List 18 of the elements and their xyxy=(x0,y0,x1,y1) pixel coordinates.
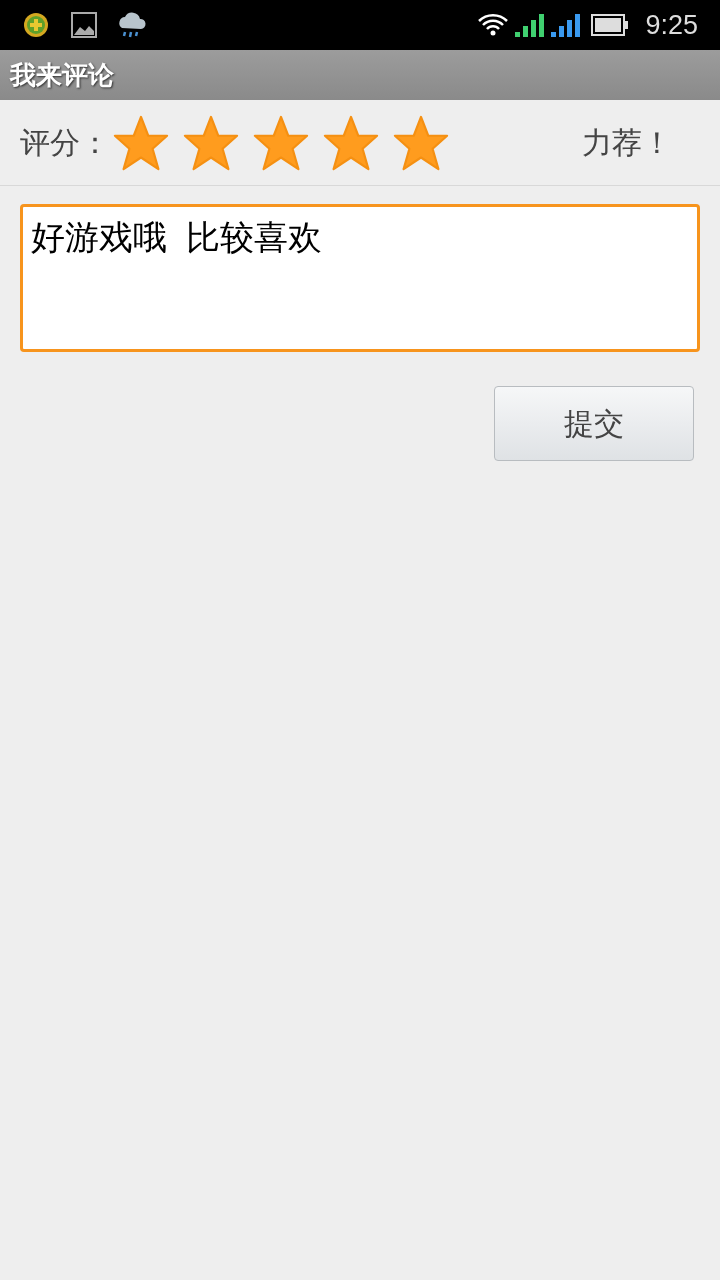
image-icon xyxy=(70,11,98,39)
star-icon[interactable] xyxy=(112,113,170,172)
signal-icon xyxy=(551,13,582,37)
star-icon[interactable] xyxy=(322,113,380,172)
rain-cloud-icon xyxy=(116,10,148,40)
star-icon[interactable] xyxy=(392,113,450,172)
battery-icon xyxy=(591,14,630,36)
status-time: 9:25 xyxy=(645,8,698,42)
rating-verdict: 力荐！ xyxy=(582,125,672,161)
comment-field[interactable]: 好游戏哦 比较喜欢 xyxy=(20,204,700,352)
star-icon[interactable] xyxy=(252,113,310,172)
wifi-icon xyxy=(477,12,510,38)
submit-button[interactable]: 提交 xyxy=(494,386,694,461)
shield-plus-icon xyxy=(22,11,50,39)
star-icon[interactable] xyxy=(182,113,240,172)
signal-icon xyxy=(515,13,546,37)
screen-title: 我来评论 xyxy=(10,58,114,92)
rating-label: 评分： xyxy=(20,125,110,161)
